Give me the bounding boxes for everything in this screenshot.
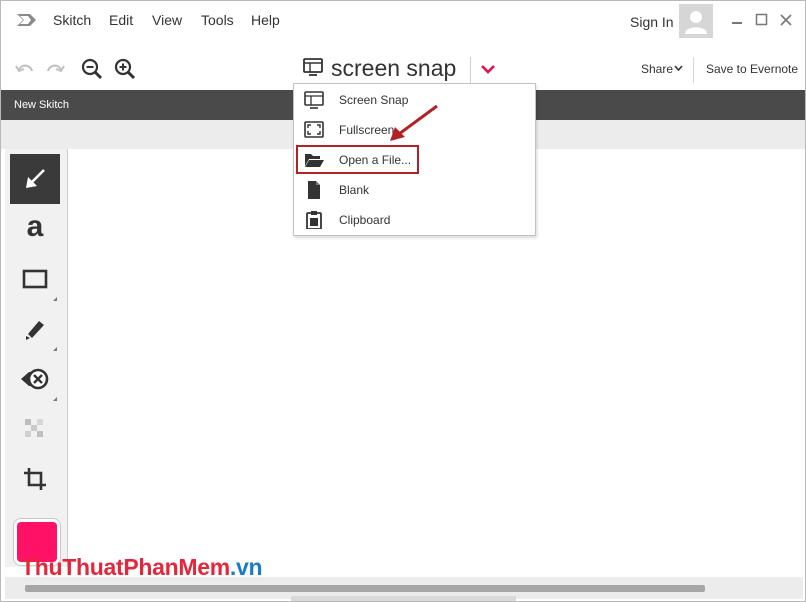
text-tool[interactable]: a: [10, 204, 60, 254]
redo-icon[interactable]: [44, 58, 66, 80]
undo-icon[interactable]: [14, 58, 36, 80]
user-icon: [685, 11, 707, 34]
submenu-indicator: [53, 297, 57, 301]
marker-tool[interactable]: [10, 304, 60, 354]
text-icon: a: [26, 210, 44, 243]
submenu-indicator: [53, 397, 57, 401]
crop-icon: [24, 468, 46, 490]
menu-item-clipboard[interactable]: Clipboard: [294, 205, 535, 235]
clipboard-icon: [306, 211, 322, 229]
tab-new-skitch[interactable]: New Skitch: [14, 99, 69, 111]
arrow-tool[interactable]: [10, 154, 60, 204]
menu-skitch[interactable]: Skitch: [53, 12, 91, 28]
capture-mode-title[interactable]: screen snap: [331, 55, 456, 82]
share-chevron-icon[interactable]: [674, 65, 683, 71]
watermark-logo: ThuThuatPhanMem.vn: [21, 554, 263, 580]
skitch-logo-icon: [17, 14, 36, 26]
monitor-icon[interactable]: [303, 58, 323, 76]
crop-tool[interactable]: [10, 454, 60, 504]
sign-in-link[interactable]: Sign In: [630, 14, 674, 30]
fullscreen-icon: [304, 121, 324, 138]
divider: [470, 57, 471, 83]
menu-view[interactable]: View: [152, 12, 182, 28]
close-icon[interactable]: [779, 13, 793, 27]
skitch-window: Skitch Edit View Tools Help Sign In scre…: [0, 0, 806, 602]
save-to-evernote-button[interactable]: Save to Evernote: [706, 62, 798, 76]
submenu-indicator: [53, 347, 57, 351]
menu-edit[interactable]: Edit: [109, 12, 133, 28]
scrollbar-thumb[interactable]: [25, 585, 705, 592]
tool-panel: a: [5, 149, 68, 567]
menu-help[interactable]: Help: [251, 12, 280, 28]
minimize-icon[interactable]: [731, 13, 745, 27]
maximize-icon[interactable]: [755, 13, 769, 27]
resize-grip[interactable]: [291, 596, 516, 601]
pixelate-icon: [25, 419, 43, 437]
arrow-icon: [26, 169, 45, 188]
avatar[interactable]: [679, 4, 713, 38]
stamp-tool[interactable]: [10, 354, 60, 404]
zoom-in-icon[interactable]: [114, 58, 136, 80]
menu-tools[interactable]: Tools: [201, 12, 234, 28]
zoom-out-icon[interactable]: [81, 58, 103, 80]
annotation-highlight-box: [296, 145, 419, 174]
rectangle-tool[interactable]: [10, 254, 60, 304]
rectangle-icon: [22, 269, 48, 289]
chevron-down-icon[interactable]: [480, 64, 496, 74]
divider: [693, 57, 694, 83]
monitor-icon: [304, 91, 324, 109]
share-button[interactable]: Share: [641, 62, 673, 76]
pixelate-tool[interactable]: [10, 404, 60, 454]
menu-item-blank[interactable]: Blank: [294, 175, 535, 205]
stamp-icon: [21, 368, 49, 390]
marker-icon: [26, 321, 44, 340]
blank-file-icon: [308, 181, 320, 199]
menubar: Skitch Edit View Tools Help Sign In: [1, 1, 805, 41]
annotation-arrow-icon: [390, 104, 438, 141]
